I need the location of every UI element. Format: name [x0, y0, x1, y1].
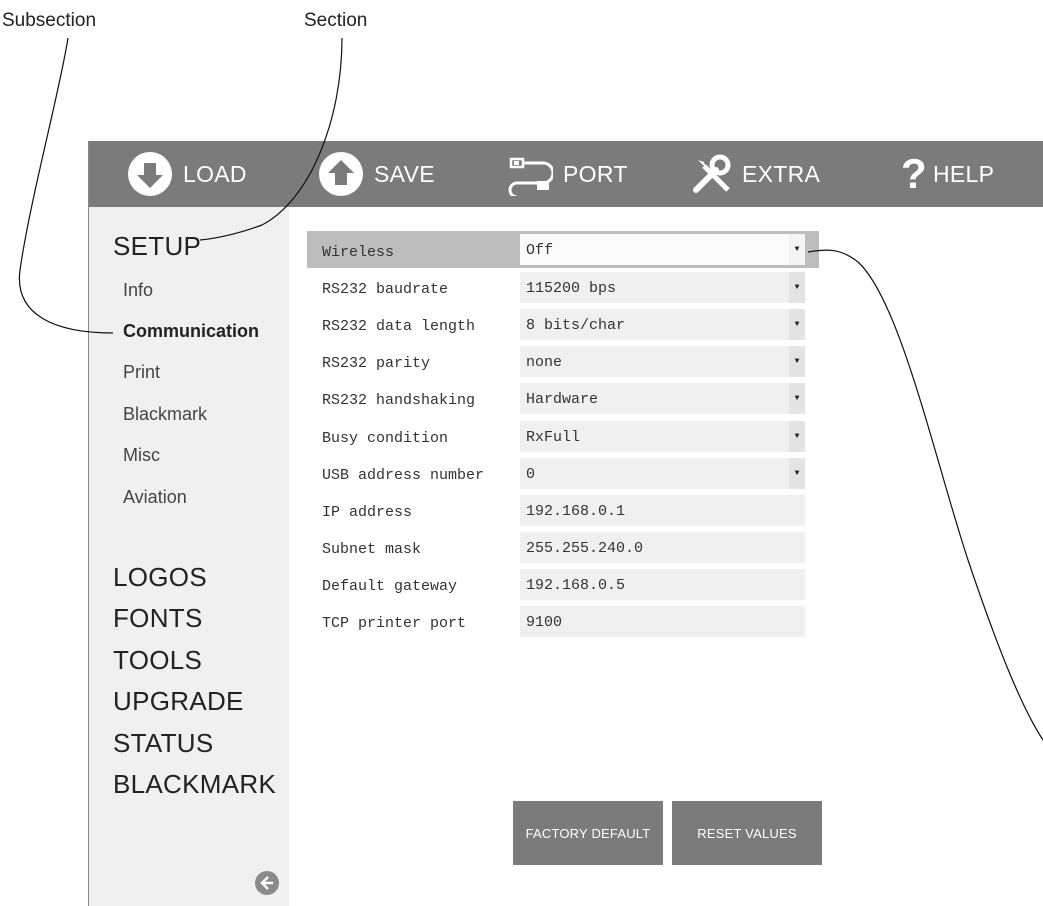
default-gateway-input[interactable]: 192.168.0.5: [520, 569, 805, 600]
sidebar-item-blackmark[interactable]: Blackmark: [123, 404, 207, 425]
arrow-left-circle-icon: [260, 876, 273, 890]
sidebar-item-info[interactable]: Info: [123, 280, 153, 301]
setting-label: Default gateway: [322, 578, 458, 595]
tcp-port-input[interactable]: 9100: [520, 606, 805, 637]
sidebar-section-logos[interactable]: LOGOS: [113, 562, 207, 593]
settings-row-parity: RS232 parity none ▼: [307, 346, 829, 378]
question-mark-icon: ?: [901, 150, 927, 197]
setting-label: RS232 parity: [322, 355, 431, 372]
triangle-down-icon: ▼: [789, 272, 805, 303]
setting-label: RS232 handshaking: [322, 392, 476, 409]
data-length-select[interactable]: 8 bits/char ▼: [520, 309, 805, 340]
sidebar-item-aviation[interactable]: Aviation: [123, 487, 187, 508]
busy-condition-select[interactable]: RxFull ▼: [520, 421, 805, 452]
triangle-down-icon: ▼: [789, 383, 805, 414]
toolbar: LOAD SAVE PORT EXTRA ? HELP: [89, 141, 1043, 207]
setting-value: 115200 bps: [526, 280, 617, 297]
sidebar-item-misc[interactable]: Misc: [123, 445, 160, 466]
ip-address-input[interactable]: 192.168.0.1: [520, 495, 805, 526]
settings-row-handshaking: RS232 handshaking Hardware ▼: [307, 383, 829, 415]
settings-row-tcp-port: TCP printer port 9100: [307, 606, 829, 638]
save-button[interactable]: SAVE: [318, 141, 435, 207]
setting-value: 0: [526, 466, 536, 483]
settings-row-busy-condition: Busy condition RxFull ▼: [307, 421, 829, 453]
setting-label: IP address: [322, 504, 413, 521]
setting-value: Off: [526, 242, 554, 259]
callout-section: Section: [304, 10, 368, 31]
arrow-up-circle-icon: [318, 151, 364, 197]
wireless-select[interactable]: Off ▼: [520, 234, 805, 265]
setting-label: TCP printer port: [322, 615, 467, 632]
settings-row-baudrate: RS232 baudrate 115200 bps ▼: [307, 272, 829, 304]
sidebar-section-setup[interactable]: SETUP: [113, 231, 201, 262]
sidebar-item-communication[interactable]: Communication: [123, 321, 259, 342]
setting-label: USB address number: [322, 467, 485, 484]
setting-label: RS232 data length: [322, 318, 476, 335]
triangle-down-icon: ▼: [789, 309, 805, 340]
load-button[interactable]: LOAD: [127, 141, 247, 207]
setting-value: 192.168.0.5: [526, 577, 626, 594]
setting-value: Hardware: [526, 391, 599, 408]
callout-subsection: Subsection: [2, 10, 97, 31]
sidebar-section-tools[interactable]: TOOLS: [113, 645, 202, 676]
settings-row-usb-address: USB address number 0 ▼: [307, 458, 829, 490]
port-label: PORT: [563, 160, 628, 187]
sidebar-section-upgrade[interactable]: UPGRADE: [113, 686, 244, 717]
settings-row-default-gateway: Default gateway 192.168.0.5: [307, 569, 829, 601]
triangle-down-icon: ▼: [789, 346, 805, 377]
help-button[interactable]: ? HELP: [901, 141, 994, 207]
collapse-sidebar-button[interactable]: [255, 871, 279, 895]
parity-select[interactable]: none ▼: [520, 346, 805, 377]
setting-value: 255.255.240.0: [526, 540, 644, 557]
usb-cable-icon: [507, 152, 553, 196]
triangle-down-icon: ▼: [789, 458, 805, 489]
setting-label: RS232 baudrate: [322, 281, 449, 298]
settings-row-ip-address: IP address 192.168.0.1: [307, 495, 829, 527]
handshaking-select[interactable]: Hardware ▼: [520, 383, 805, 414]
arrow-down-circle-icon: [127, 151, 173, 197]
settings-row-wireless: Wireless Off ▼: [307, 231, 819, 268]
save-label: SAVE: [374, 160, 435, 187]
factory-default-button[interactable]: FACTORY DEFAULT: [513, 801, 663, 865]
sidebar-section-blackmark[interactable]: BLACKMARK: [113, 769, 276, 800]
baudrate-select[interactable]: 115200 bps ▼: [520, 272, 805, 303]
tools-icon: [692, 154, 732, 194]
help-label: HELP: [932, 160, 995, 187]
sidebar-item-print[interactable]: Print: [123, 362, 160, 383]
setting-label: Busy condition: [322, 430, 449, 447]
setting-label: Wireless: [322, 244, 395, 261]
setting-value: none: [526, 354, 563, 371]
printer-setup-app: LOAD SAVE PORT EXTRA ? HELP SETUP Info C…: [88, 141, 1043, 906]
load-label: LOAD: [183, 160, 247, 187]
sidebar-section-status[interactable]: STATUS: [113, 728, 214, 759]
setting-label: Subnet mask: [322, 541, 422, 558]
setting-value: 9100: [526, 614, 563, 631]
extra-label: EXTRA: [742, 160, 821, 187]
sidebar: SETUP Info Communication Print Blackmark…: [89, 207, 289, 906]
usb-address-select[interactable]: 0 ▼: [520, 458, 805, 489]
setting-value: 192.168.0.1: [526, 503, 626, 520]
triangle-down-icon: ▼: [789, 234, 805, 265]
setting-value: RxFull: [526, 429, 581, 446]
port-button[interactable]: PORT: [507, 141, 628, 207]
settings-row-data-length: RS232 data length 8 bits/char ▼: [307, 309, 829, 341]
triangle-down-icon: ▼: [789, 421, 805, 452]
sidebar-section-fonts[interactable]: FONTS: [113, 603, 203, 634]
reset-values-button[interactable]: RESET VALUES: [672, 801, 822, 865]
subnet-mask-input[interactable]: 255.255.240.0: [520, 532, 805, 563]
setting-value: 8 bits/char: [526, 317, 626, 334]
settings-row-subnet-mask: Subnet mask 255.255.240.0: [307, 532, 829, 564]
extra-button[interactable]: EXTRA: [692, 141, 820, 207]
